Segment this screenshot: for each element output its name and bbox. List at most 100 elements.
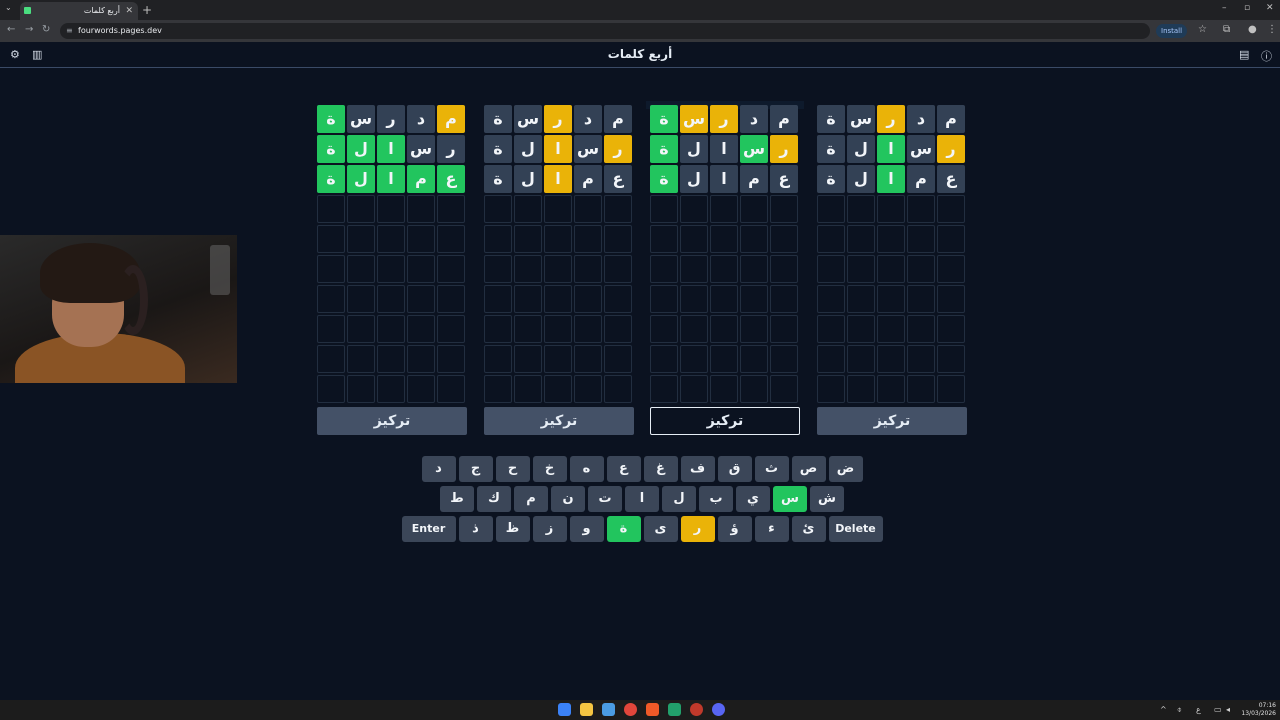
address-bar-row: ← → ↻ ≡ fourwords.pages.dev Install ☆ ⧉ … (0, 20, 1280, 42)
volume-icon[interactable]: ◂ (1226, 705, 1230, 714)
profile-icon[interactable]: ● (1248, 24, 1257, 35)
tile: ع (604, 165, 632, 193)
url-text: fourwords.pages.dev (78, 26, 162, 35)
letter-key[interactable]: م (514, 486, 548, 512)
extensions-icon[interactable]: ⧉ (1223, 24, 1230, 35)
letter-key[interactable]: ر (680, 516, 715, 542)
minimize-icon[interactable]: – (1222, 3, 1227, 13)
tile (770, 255, 798, 283)
browser-tab[interactable]: أربع كلمات ✕ (20, 2, 138, 20)
url-field[interactable]: ≡ fourwords.pages.dev (60, 23, 1150, 39)
tile (514, 375, 542, 403)
system-clock[interactable]: 07:16 13/03/2026 (1240, 702, 1276, 718)
letter-key[interactable]: ي (736, 486, 770, 512)
letter-key[interactable]: ض (828, 456, 863, 482)
language-icon[interactable]: ع (1196, 705, 1201, 714)
site-info-icon[interactable]: ≡ (66, 23, 73, 39)
app-icon[interactable] (690, 703, 703, 716)
headphones (118, 265, 148, 335)
install-button[interactable]: Install (1156, 24, 1188, 38)
calendar-icon[interactable]: ▤ (1239, 48, 1249, 61)
focus-button[interactable]: تركيز (650, 407, 800, 435)
tile (317, 375, 345, 403)
letter-key[interactable]: ؤ (717, 516, 752, 542)
tile (407, 345, 435, 373)
letter-key[interactable]: ش (810, 486, 844, 512)
tile (770, 225, 798, 253)
network-icon[interactable]: ▭ (1214, 705, 1222, 714)
clock-time: 07:16 (1258, 702, 1276, 709)
letter-key[interactable]: و (569, 516, 604, 542)
letter-key[interactable]: ف (680, 456, 715, 482)
mic-icon[interactable]: ⌽ (1177, 705, 1182, 715)
focus-button[interactable]: تركيز (484, 407, 634, 435)
letter-key[interactable]: ظ (495, 516, 530, 542)
store-icon[interactable] (602, 703, 615, 716)
file-explorer-icon[interactable] (580, 703, 593, 716)
close-tab-icon[interactable]: ✕ (125, 2, 133, 20)
tile: ع (937, 165, 965, 193)
letter-key[interactable]: ى (643, 516, 678, 542)
chrome-icon[interactable] (624, 703, 637, 716)
help-icon[interactable]: ⓘ (1261, 48, 1272, 64)
back-icon[interactable]: ← (7, 24, 15, 35)
tile (847, 285, 875, 313)
letter-key[interactable]: ص (791, 456, 826, 482)
letter-key[interactable]: ئ (791, 516, 826, 542)
tile (650, 225, 678, 253)
tile (817, 255, 845, 283)
tab-search-icon[interactable]: ⌄ (5, 3, 12, 12)
focus-button[interactable]: تركيز (317, 407, 467, 435)
brave-icon[interactable] (646, 703, 659, 716)
letter-key[interactable]: ث (754, 456, 789, 482)
tile (907, 255, 935, 283)
bookmark-star-icon[interactable]: ☆ (1198, 24, 1207, 35)
tile (740, 255, 768, 283)
tile (484, 315, 512, 343)
new-tab-icon[interactable]: + (142, 2, 152, 18)
letter-key[interactable]: ت (588, 486, 622, 512)
tile (907, 375, 935, 403)
letter-key[interactable]: ة (606, 516, 641, 542)
letter-key[interactable]: س (773, 486, 807, 512)
letter-key[interactable]: ك (477, 486, 511, 512)
tile (377, 375, 405, 403)
letter-key[interactable]: ب (699, 486, 733, 512)
letter-key[interactable]: ا (625, 486, 659, 512)
tile (574, 195, 602, 223)
tile (907, 285, 935, 313)
letter-key[interactable]: ل (662, 486, 696, 512)
letter-key[interactable]: ن (551, 486, 585, 512)
letter-key[interactable]: ه (569, 456, 604, 482)
letter-key[interactable]: ق (717, 456, 752, 482)
letter-key[interactable]: ع (606, 456, 641, 482)
letter-key[interactable]: ذ (458, 516, 493, 542)
spreadsheet-icon[interactable] (668, 703, 681, 716)
letter-key[interactable]: ط (440, 486, 474, 512)
letter-key[interactable]: ز (532, 516, 567, 542)
letter-key[interactable]: غ (643, 456, 678, 482)
tile (377, 315, 405, 343)
letter-key[interactable]: ج (458, 456, 493, 482)
tile (317, 315, 345, 343)
letter-key[interactable]: د (421, 456, 456, 482)
enter-key[interactable]: Enter (401, 516, 456, 542)
letter-key[interactable]: خ (532, 456, 567, 482)
tile (847, 255, 875, 283)
start-icon[interactable] (558, 703, 571, 716)
tile (680, 315, 708, 343)
discord-icon[interactable] (712, 703, 725, 716)
focus-button[interactable]: تركيز (817, 407, 967, 435)
delete-key[interactable]: Delete (828, 516, 883, 542)
close-window-icon[interactable]: ✕ (1266, 3, 1274, 13)
browser-menu-icon[interactable]: ⋮ (1267, 24, 1277, 35)
tile (877, 345, 905, 373)
letter-key[interactable]: ء (754, 516, 789, 542)
forward-icon[interactable]: → (25, 24, 33, 35)
tray-chevron-icon[interactable]: ^ (1160, 705, 1167, 714)
restore-icon[interactable]: ▫ (1244, 3, 1250, 13)
reload-icon[interactable]: ↻ (42, 24, 50, 35)
tile: ة (484, 135, 512, 163)
letter-key[interactable]: ح (495, 456, 530, 482)
tile: ل (847, 165, 875, 193)
